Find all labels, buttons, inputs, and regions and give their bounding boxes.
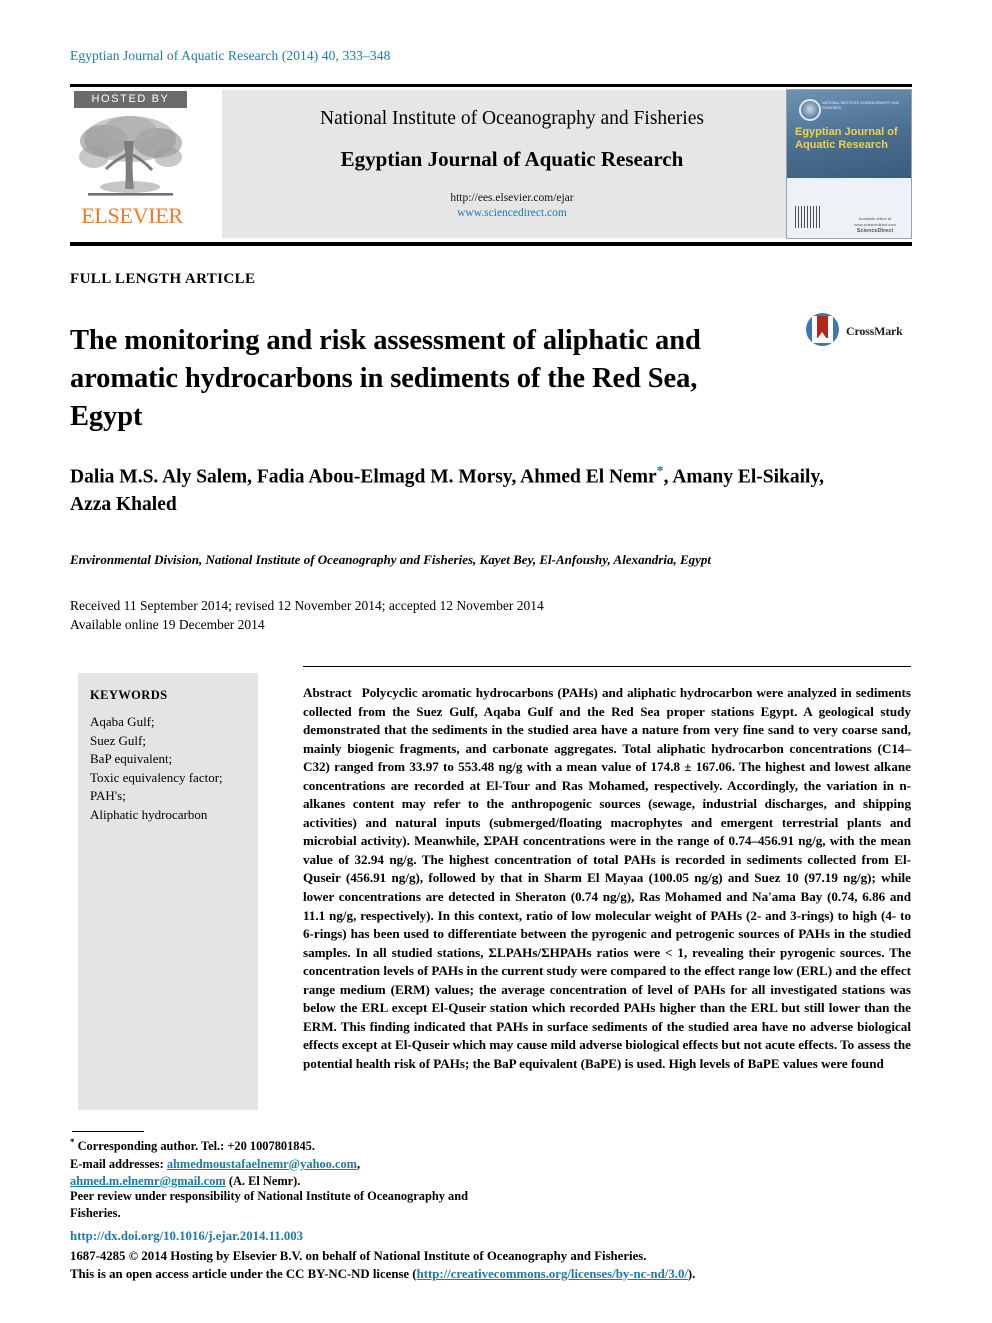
article-dates: Received 11 September 2014; revised 12 N… [70, 596, 770, 634]
received-revised-accepted: Received 11 September 2014; revised 12 N… [70, 598, 544, 613]
author-list: Dalia M.S. Aly Salem, Fadia Abou-Elmagd … [70, 458, 860, 518]
cover-top-panel: NATIONAL INSTITUTE OCEANOGRAPHY AND FISH… [787, 90, 911, 178]
institute-seal-icon [799, 99, 821, 121]
email-link-primary[interactable]: ahmedmoustafaelnemr@yahoo.com [167, 1157, 357, 1171]
keywords-panel: KEYWORDS Aqaba Gulf; Suez Gulf; BaP equi… [78, 673, 258, 1110]
institute-name: National Institute of Oceanography and F… [320, 108, 704, 129]
crossmark-icon [806, 313, 839, 346]
sciencedirect-url[interactable]: www.sciencedirect.com [222, 207, 802, 219]
footnote-block: * Corresponding author. Tel.: +20 100780… [70, 1134, 490, 1190]
peer-review-note: Peer review under responsibility of Nati… [70, 1189, 469, 1221]
hosted-by-badge: HOSTED BY [74, 91, 187, 108]
keywords-heading: KEYWORDS [90, 688, 168, 702]
elsevier-wordmark: ELSEVIER [81, 203, 183, 228]
license-link[interactable]: http://creativecommons.org/licenses/by-n… [417, 1267, 688, 1281]
crossmark-badge[interactable]: CrossMark [806, 313, 910, 347]
cover-barcode-icon [795, 206, 821, 228]
cover-title-line2: Aquatic Research [795, 139, 888, 151]
author-names: Dalia M.S. Aly Salem, Fadia Abou-Elmagd … [70, 466, 657, 488]
corresponding-author-marker[interactable]: * [657, 464, 664, 479]
keyword-item: Suez Gulf; [90, 732, 146, 748]
cover-title-line1: Egyptian Journal of [795, 126, 898, 138]
available-online: Available online 19 December 2014 [70, 617, 265, 632]
abstract-body: Polycyclic aromatic hydrocarbons (PAHs) … [303, 685, 911, 1071]
cover-seal-caption: NATIONAL INSTITUTE OCEANOGRAPHY AND FISH… [822, 101, 900, 110]
article-first-page: Egyptian Journal of Aquatic Research (20… [0, 0, 992, 1323]
license-prefix: This is an open access article under the… [70, 1266, 417, 1281]
affiliation: Environmental Division, National Institu… [70, 552, 712, 567]
corresponding-author-text: Corresponding author. Tel.: +20 10078018… [77, 1139, 315, 1154]
masthead-bottom-rule [70, 242, 912, 246]
license-line: This is an open access article under the… [70, 1266, 900, 1284]
email-note: E-mail addresses: ahmedmoustafaelnemr@ya… [70, 1156, 361, 1188]
abstract-label: Abstract [303, 685, 352, 700]
crossmark-label: CrossMark [846, 324, 903, 338]
cover-bottom-panel: Available online at www.sciencedirect.co… [787, 178, 911, 238]
crossmark-notch [817, 332, 827, 339]
journal-cover-thumbnail: NATIONAL INSTITUTE OCEANOGRAPHY AND FISH… [786, 89, 912, 239]
elsevier-logo-block: HOSTED BY ELSEVIER [70, 89, 210, 239]
cover-footer-brand: ScienceDirect [856, 228, 894, 234]
email-attribution: (A. El Nemr). [228, 1173, 301, 1188]
page-title: The monitoring and risk assessment of al… [70, 325, 701, 433]
corresponding-author-note: * Corresponding author. Tel.: +20 100780… [70, 1134, 490, 1156]
keyword-item: PAH's; [90, 788, 126, 804]
keyword-item: BaP equivalent; [90, 751, 173, 767]
cover-footer-caption: Available online at www.sciencedirect.co… [854, 216, 896, 227]
cover-footer: Available online at www.sciencedirect.co… [846, 216, 904, 234]
submission-url[interactable]: http://ees.elsevier.com/ejar [222, 192, 802, 204]
email-label: E-mail addresses: [70, 1156, 164, 1171]
keyword-item: Toxic equivalency factor; [90, 769, 223, 785]
cover-journal-title: Egyptian Journal of Aquatic Research [795, 126, 905, 152]
email-link-secondary[interactable]: ahmed.m.elnemr@gmail.com [70, 1174, 226, 1188]
elsevier-tree-icon [74, 111, 187, 203]
footnote-rule [72, 1131, 144, 1132]
journal-name: Egyptian Journal of Aquatic Research [340, 147, 684, 171]
footnote-star-marker: * [70, 1137, 75, 1147]
keyword-item: Aliphatic hydrocarbon [90, 806, 208, 822]
masthead-top-rule [70, 84, 912, 87]
license-suffix: ). [687, 1266, 696, 1281]
journal-masthead: HOSTED BY ELSEVIER National Institute of… [70, 89, 912, 239]
abstract-top-rule [303, 666, 911, 667]
article-type-label: FULL LENGTH ARTICLE [70, 271, 256, 287]
running-head: Egyptian Journal of Aquatic Research (20… [70, 48, 391, 63]
doi-link[interactable]: http://dx.doi.org/10.1016/j.ejar.2014.11… [70, 1229, 303, 1244]
keywords-list: Aqaba Gulf; Suez Gulf; BaP equivalent; T… [90, 713, 223, 825]
copyright-block: 1687-4285 © 2014 Hosting by Elsevier B.V… [70, 1248, 900, 1283]
keyword-item: Aqaba Gulf; [90, 714, 155, 729]
copyright-line: 1687-4285 © 2014 Hosting by Elsevier B.V… [70, 1249, 647, 1263]
abstract-text: Abstract Polycyclic aromatic hydrocarbons… [303, 684, 911, 1073]
journal-title-panel: National Institute of Oceanography and F… [222, 90, 802, 238]
